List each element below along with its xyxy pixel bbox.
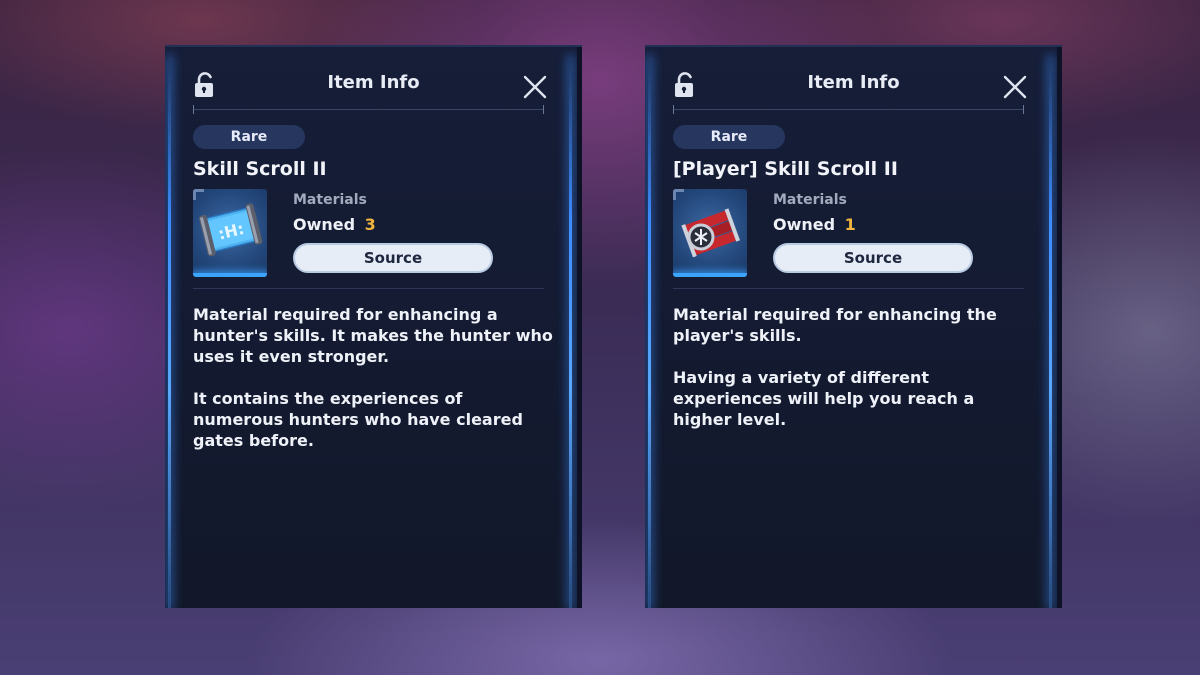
close-icon[interactable]: [522, 74, 548, 100]
skill-scroll-icon: :H:: [193, 189, 267, 277]
owned-row: Owned 3: [293, 215, 376, 234]
panel-title: Item Info: [807, 72, 900, 93]
owned-count: 3: [364, 215, 376, 234]
owned-label: Owned: [773, 215, 836, 234]
item-description: Material required for enhancing the play…: [673, 304, 1033, 430]
header-divider: [193, 105, 544, 114]
item-name: Skill Scroll II: [193, 158, 327, 180]
player-skill-scroll-icon: [673, 189, 747, 277]
item-info-panel-right: Item Info Rare [Player] Skill Scroll II …: [645, 45, 1062, 608]
panel-glow-right: [1049, 57, 1052, 608]
icon-rarity-glow: [673, 273, 747, 277]
panel-header: Item Info: [645, 65, 1062, 101]
icon-rarity-glow: [193, 273, 267, 277]
source-button[interactable]: Source: [293, 243, 493, 273]
item-category: Materials: [293, 192, 367, 208]
close-icon[interactable]: [1002, 74, 1028, 100]
panel-edge: [1057, 47, 1062, 608]
owned-row: Owned 1: [773, 215, 856, 234]
scroll-bundle-image: [681, 208, 740, 258]
rarity-badge: Rare: [673, 125, 785, 149]
description-paragraph-1: Material required for enhancing a hunter…: [193, 305, 553, 366]
content-divider: [193, 288, 544, 289]
header-divider: [673, 105, 1024, 114]
scroll-image: :H:: [199, 203, 263, 257]
description-paragraph-2: It contains the experiences of numerous …: [193, 389, 523, 450]
owned-label: Owned: [293, 215, 356, 234]
panel-glow-right: [569, 57, 572, 608]
description-paragraph-1: Material required for enhancing the play…: [673, 305, 997, 345]
rarity-badge: Rare: [193, 125, 305, 149]
panel-header: Item Info: [165, 65, 582, 101]
item-info-panel-left: Item Info Rare Skill Scroll II :H: Mater…: [165, 45, 582, 608]
owned-count: 1: [844, 215, 856, 234]
panel-title: Item Info: [327, 72, 420, 93]
item-name: [Player] Skill Scroll II: [673, 158, 898, 180]
panel-glow-left: [168, 57, 171, 608]
panel-glow-left: [648, 57, 651, 608]
item-description: Material required for enhancing a hunter…: [193, 304, 553, 451]
content-divider: [673, 288, 1024, 289]
panel-edge: [577, 47, 582, 608]
description-paragraph-2: Having a variety of different experience…: [673, 368, 975, 429]
item-category: Materials: [773, 192, 847, 208]
source-button[interactable]: Source: [773, 243, 973, 273]
